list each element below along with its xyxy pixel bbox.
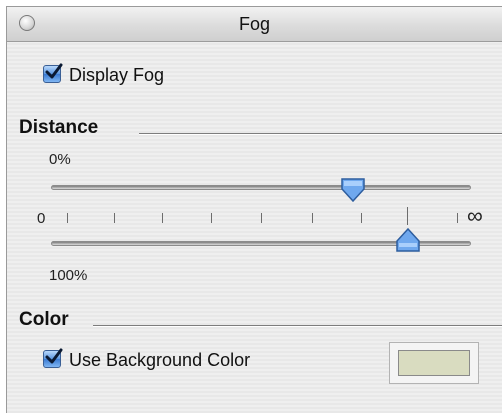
fog-start-slider-thumb[interactable]: [340, 177, 366, 208]
checkmark-icon: [45, 348, 63, 364]
distance-start-value-label: 0%: [49, 151, 71, 168]
distance-scale-max: ∞: [467, 203, 483, 228]
scale-tick: [211, 213, 212, 223]
display-fog-checkbox[interactable]: [43, 63, 63, 83]
use-background-color-checkbox[interactable]: [43, 348, 63, 368]
scale-tick-current: [407, 207, 408, 225]
checkmark-icon: [45, 63, 63, 79]
distance-scale-min: 0: [37, 210, 46, 227]
fog-start-slider-track[interactable]: [51, 185, 471, 190]
scale-tick: [457, 213, 458, 223]
scale-tick: [162, 213, 163, 223]
distance-section-title: Distance: [19, 117, 99, 138]
scale-tick: [312, 213, 313, 223]
distance-divider: [139, 133, 502, 135]
scale-tick: [67, 213, 68, 223]
color-section-title: Color: [19, 309, 69, 330]
scale-tick: [361, 213, 362, 223]
color-divider: [93, 325, 502, 327]
fog-end-slider-thumb[interactable]: [395, 227, 421, 258]
distance-end-value-label: 100%: [49, 267, 88, 284]
fog-color-well[interactable]: [389, 342, 479, 384]
scale-tick: [261, 213, 262, 223]
scale-tick: [114, 213, 115, 223]
use-background-color-label[interactable]: Use Background Color: [69, 350, 250, 371]
panel-content: Display Fog Distance 0% 0 ∞ 100% Color U…: [7, 7, 502, 413]
display-fog-label[interactable]: Display Fog: [69, 65, 164, 86]
fog-color-swatch: [398, 350, 470, 376]
fog-window: Fog Display Fog Distance 0% 0 ∞ 100% Col…: [6, 6, 502, 413]
